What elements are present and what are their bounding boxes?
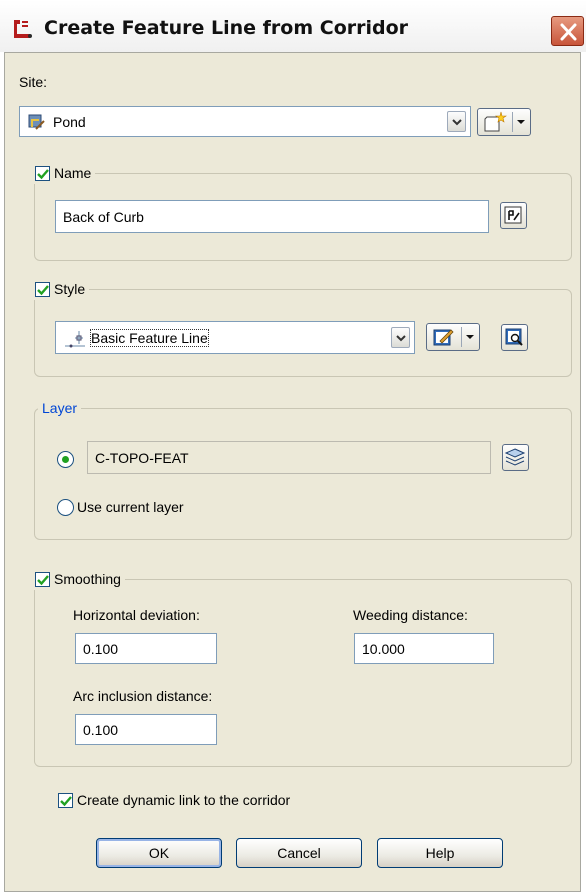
name-template-button[interactable] xyxy=(500,202,527,229)
edit-style-button[interactable] xyxy=(426,323,480,351)
dynamic-link-label: Create dynamic link to the corridor xyxy=(77,792,291,808)
horizontal-deviation-input[interactable]: 0.100 xyxy=(75,633,217,664)
style-checkbox[interactable] xyxy=(35,281,50,297)
name-value: Back of Curb xyxy=(63,208,144,225)
check-icon xyxy=(60,795,72,806)
style-legend: Style xyxy=(31,278,90,300)
create-new-site-button[interactable] xyxy=(477,108,531,136)
horizontal-deviation-label: Horizontal deviation: xyxy=(73,607,200,623)
dynamic-link-row: Create dynamic link to the corridor xyxy=(58,792,290,808)
site-value: Pond xyxy=(53,113,86,130)
feature-line-style-icon xyxy=(65,330,85,347)
radio-dot xyxy=(62,456,69,463)
layer-group xyxy=(34,408,572,540)
style-value: Basic Feature Line xyxy=(90,328,209,347)
title-bar: Create Feature Line from Corridor xyxy=(0,0,586,52)
site-icon xyxy=(28,114,45,130)
name-template-icon xyxy=(504,206,522,224)
smoothing-checkbox-label: Smoothing xyxy=(54,571,121,587)
arc-inclusion-value: 0.100 xyxy=(83,721,119,738)
close-icon xyxy=(560,23,577,41)
layer-radio-specific[interactable] xyxy=(57,451,74,468)
current-layer-radio[interactable] xyxy=(57,499,74,516)
layer-icon xyxy=(504,448,526,466)
check-icon xyxy=(37,284,49,295)
name-input[interactable]: Back of Curb xyxy=(55,200,489,233)
smoothing-checkbox[interactable] xyxy=(35,571,50,587)
layer-input: C-TOPO-FEAT xyxy=(87,441,491,474)
chevron-down-icon xyxy=(452,119,462,126)
cancel-button[interactable]: Cancel xyxy=(236,838,362,868)
chevron-down-icon xyxy=(517,120,525,124)
split-arrow[interactable] xyxy=(512,112,528,132)
check-icon xyxy=(37,168,49,179)
preview-style-button[interactable] xyxy=(501,324,528,351)
name-checkbox-label: Name xyxy=(54,165,92,181)
preview-style-icon xyxy=(505,328,523,346)
weeding-distance-label: Weeding distance: xyxy=(353,607,468,623)
layer-value: C-TOPO-FEAT xyxy=(95,449,189,466)
ok-button[interactable]: OK xyxy=(96,838,222,868)
layer-legend: Layer xyxy=(38,397,82,419)
chevron-down-icon xyxy=(396,335,406,342)
dynamic-link-checkbox[interactable] xyxy=(58,792,73,808)
create-new-site-icon xyxy=(484,111,507,132)
layer-group-label: Layer xyxy=(42,400,78,416)
weeding-distance-input[interactable]: 10.000 xyxy=(354,633,494,664)
site-dropdown-arrow[interactable] xyxy=(447,111,466,132)
feature-line-app-icon xyxy=(14,20,32,38)
current-layer-label: Use current layer xyxy=(77,499,184,515)
site-combobox[interactable]: Pond xyxy=(19,106,471,137)
help-button[interactable]: Help xyxy=(377,838,503,868)
style-dropdown-arrow[interactable] xyxy=(391,327,410,348)
smoothing-legend: Smoothing xyxy=(31,568,125,590)
arc-inclusion-label: Arc inclusion distance: xyxy=(73,688,213,704)
dialog-body: Site: Pond Name Back of Curb Style Basic… xyxy=(4,52,581,892)
horizontal-deviation-value: 0.100 xyxy=(83,640,119,657)
close-button[interactable] xyxy=(551,16,584,46)
layer-select-button[interactable] xyxy=(502,444,529,471)
site-label: Site: xyxy=(19,74,48,90)
window-title: Create Feature Line from Corridor xyxy=(44,17,409,39)
edit-style-icon xyxy=(433,329,454,346)
arc-inclusion-input[interactable]: 0.100 xyxy=(75,714,217,745)
name-legend: Name xyxy=(31,162,96,184)
weeding-distance-value: 10.000 xyxy=(362,640,405,657)
name-checkbox[interactable] xyxy=(35,165,50,181)
check-icon xyxy=(37,574,49,585)
chevron-down-icon xyxy=(466,335,474,339)
split-arrow[interactable] xyxy=(461,327,477,347)
style-checkbox-label: Style xyxy=(54,281,86,297)
style-combobox[interactable]: Basic Feature Line xyxy=(55,321,415,354)
